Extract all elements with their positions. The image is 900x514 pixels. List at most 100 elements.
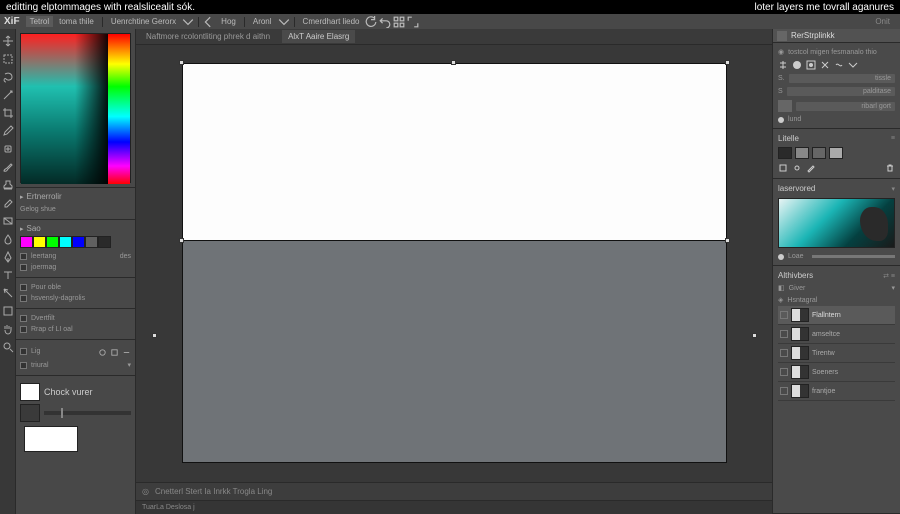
dropdown-icon[interactable] [182, 16, 194, 28]
canvas[interactable] [182, 63, 727, 463]
menu-item[interactable]: Cmerdhart liedo [299, 16, 364, 27]
layer-row[interactable]: Soeners [778, 363, 895, 382]
zoom-slider-row[interactable]: Loae [778, 251, 895, 262]
trash-icon[interactable] [885, 163, 895, 173]
swatch[interactable] [829, 147, 843, 159]
adj-icon[interactable] [834, 60, 844, 70]
grid-icon[interactable] [393, 16, 405, 28]
layer-row[interactable]: amseltce [778, 325, 895, 344]
swatch[interactable] [20, 236, 33, 248]
blend-row[interactable]: ◧Giver▾ [778, 282, 895, 294]
blur-tool-icon[interactable] [2, 233, 14, 245]
transform-handle[interactable] [451, 60, 456, 65]
mask-icon[interactable] [806, 60, 816, 70]
lasso-tool-icon[interactable] [2, 71, 14, 83]
zoom-tool-icon[interactable] [2, 341, 14, 353]
gradient-tool-icon[interactable] [2, 215, 14, 227]
property-row[interactable]: lund [778, 114, 895, 125]
transform-handle[interactable] [152, 333, 157, 338]
color-picker[interactable] [20, 33, 131, 183]
document-tab[interactable]: AlxT Aaire Elasrg [282, 30, 355, 43]
swatch[interactable] [33, 236, 46, 248]
stamp-tool-icon[interactable] [2, 179, 14, 191]
undo-icon[interactable] [379, 16, 391, 28]
type-tool-icon[interactable] [2, 269, 14, 281]
document-tab[interactable]: Naftmore rcolontliting phrek d aithn [140, 30, 276, 43]
canvas-viewport[interactable] [136, 45, 772, 482]
lock-row[interactable]: ◈Hsntagral [778, 294, 895, 306]
menu-item[interactable]: Tetrol [26, 16, 54, 27]
transform-handle[interactable] [752, 333, 757, 338]
heal-tool-icon[interactable] [2, 143, 14, 155]
brush-tool-icon[interactable] [2, 161, 14, 173]
swatch[interactable] [778, 147, 792, 159]
option-row[interactable]: Dvertfilt [20, 313, 131, 324]
menu-item[interactable]: Aronl [249, 16, 276, 27]
property-row[interactable]: S.tissle [778, 72, 895, 85]
option-row[interactable]: Pour oble [20, 282, 131, 293]
property-row[interactable]: Spalditase [778, 85, 895, 98]
small-icon[interactable] [122, 348, 131, 357]
swatch[interactable] [46, 236, 59, 248]
background-well[interactable] [20, 404, 40, 422]
new-icon[interactable] [778, 163, 788, 173]
properties-header[interactable]: RerStrplinkk [773, 29, 900, 43]
expand-icon[interactable] [407, 16, 419, 28]
navigator-preview[interactable] [778, 198, 895, 248]
panel-title[interactable]: Ertnerrolir [20, 192, 131, 201]
chevron-down-icon[interactable] [278, 16, 290, 28]
more-icon[interactable] [848, 60, 858, 70]
hand-tool-icon[interactable] [2, 323, 14, 335]
option-row[interactable]: leertangdes [20, 251, 131, 262]
fx-icon[interactable] [820, 60, 830, 70]
link-icon[interactable] [792, 163, 802, 173]
menu-item[interactable]: toma thile [55, 16, 98, 27]
panel-title[interactable]: laservored▾ [778, 182, 895, 195]
panel-title[interactable]: Litelle≡ [778, 132, 895, 145]
brush-icon[interactable] [806, 163, 816, 173]
option-row[interactable]: Lig [20, 344, 131, 359]
marquee-tool-icon[interactable] [2, 53, 14, 65]
small-icon[interactable] [98, 348, 107, 357]
transform-handle[interactable] [725, 60, 730, 65]
panel-subtitle[interactable]: Gelog shue [20, 204, 131, 215]
swatch[interactable] [85, 236, 98, 248]
swatch[interactable] [98, 236, 111, 248]
canvas-gray-region[interactable] [182, 241, 727, 463]
layer-row[interactable]: frantjoe [778, 382, 895, 401]
layer-row[interactable]: Tirentw [778, 344, 895, 363]
menu-item[interactable]: Uenrchtine Gerorx [107, 16, 180, 27]
menu-item[interactable]: Hog [217, 16, 240, 27]
option-row[interactable]: triural▾ [20, 359, 131, 371]
swatch[interactable] [812, 147, 826, 159]
arrow-left-icon[interactable] [203, 16, 215, 28]
path-tool-icon[interactable] [2, 287, 14, 299]
panel-title[interactable]: Sao [20, 224, 131, 233]
hue-slider[interactable] [108, 34, 130, 184]
swatch[interactable] [795, 147, 809, 159]
eraser-tool-icon[interactable] [2, 197, 14, 209]
layers-title[interactable]: Althivbers⇄ ≡ [778, 269, 895, 282]
swatch[interactable] [59, 236, 72, 248]
opacity-slider[interactable] [44, 411, 131, 415]
foreground-well[interactable] [20, 383, 40, 401]
move-tool-icon[interactable] [2, 35, 14, 47]
option-row[interactable]: Rrap cf LI oal [20, 324, 131, 335]
small-icon[interactable] [110, 348, 119, 357]
swatch[interactable] [72, 236, 85, 248]
menu-right-label[interactable]: Onit [875, 17, 890, 26]
pen-tool-icon[interactable] [2, 251, 14, 263]
transform-handle[interactable] [179, 238, 184, 243]
transform-handle[interactable] [179, 60, 184, 65]
property-row[interactable]: ribarl gort [778, 98, 895, 114]
crop-tool-icon[interactable] [2, 107, 14, 119]
layer-row[interactable]: Flallntern [778, 306, 895, 325]
eyedropper-tool-icon[interactable] [2, 125, 14, 137]
circle-icon[interactable] [792, 60, 802, 70]
saturation-field[interactable] [21, 34, 111, 184]
transform-handle[interactable] [725, 238, 730, 243]
wand-tool-icon[interactable] [2, 89, 14, 101]
align-icon[interactable] [778, 60, 788, 70]
preview-well[interactable] [24, 426, 78, 452]
shape-tool-icon[interactable] [2, 305, 14, 317]
